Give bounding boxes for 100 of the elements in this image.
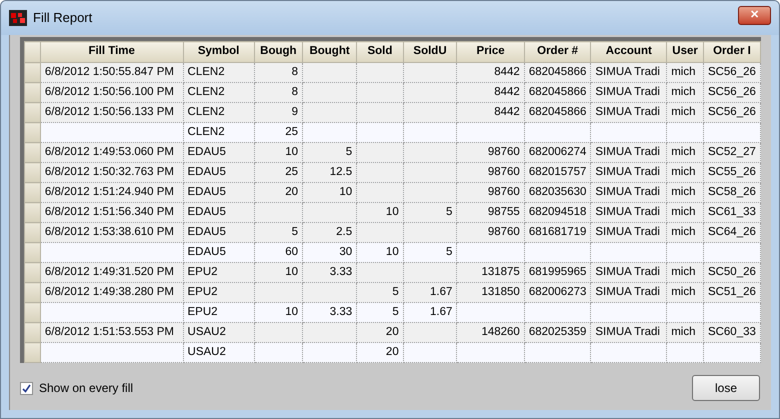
- table-cell: CLEN2: [188, 126, 225, 138]
- table-cell: 682045866: [528, 106, 586, 118]
- table-cell: SIMUA Tradi: [595, 86, 660, 98]
- row-header[interactable]: [24, 282, 40, 302]
- row-header[interactable]: [24, 62, 40, 82]
- table-cell: SIMUA Tradi: [595, 206, 660, 218]
- column-header[interactable]: Order I: [703, 42, 760, 62]
- table-cell: 682094518: [528, 206, 586, 218]
- table-cell: USAU2: [188, 326, 226, 338]
- table-cell: 10: [285, 146, 298, 158]
- row-header-corner: [24, 42, 40, 62]
- row-header[interactable]: [24, 182, 40, 202]
- row-header[interactable]: [24, 242, 40, 262]
- checkbox[interactable]: [20, 382, 33, 394]
- column-header[interactable]: Price: [456, 42, 524, 62]
- table-cell: SIMUA Tradi: [595, 166, 660, 178]
- table-cell: 10: [386, 246, 399, 258]
- close-dialog-button[interactable]: lose: [692, 375, 760, 401]
- table-cell: CLEN2: [188, 66, 225, 78]
- table-cell: mich: [671, 166, 696, 178]
- table-cell: SC50_26: [708, 266, 756, 278]
- table-cell: CLEN2: [188, 106, 225, 118]
- table-cell: SC56_26: [708, 86, 756, 98]
- table-cell: 5: [446, 246, 452, 258]
- row-header[interactable]: [24, 162, 40, 182]
- table-cell: 5: [292, 226, 298, 238]
- row-header[interactable]: [24, 202, 40, 222]
- app-logo-icon: [9, 10, 27, 26]
- table-cell: EDAU5: [188, 226, 226, 238]
- table-cell: 682045866: [528, 86, 586, 98]
- table-cell: 10: [285, 306, 298, 318]
- table-cell: 8: [292, 66, 298, 78]
- table-cell: 682006273: [528, 286, 586, 298]
- table-cell: EDAU5: [188, 186, 226, 198]
- column-header[interactable]: Bought: [302, 42, 357, 62]
- row-header[interactable]: [24, 82, 40, 102]
- table-cell: 6/8/2012 1:50:56.133 PM: [44, 106, 174, 118]
- table-cell: SIMUA Tradi: [595, 286, 660, 298]
- table-cell: mich: [671, 286, 696, 298]
- table-cell: mich: [671, 146, 696, 158]
- column-header[interactable]: Order #: [524, 42, 591, 62]
- table-cell: 682015757: [528, 166, 586, 178]
- table-cell: 148260: [481, 326, 520, 338]
- table-cell: 10: [386, 206, 399, 218]
- column-header[interactable]: Symbol: [183, 42, 254, 62]
- table-cell: EPU2: [188, 306, 218, 318]
- table-cell: mich: [671, 86, 696, 98]
- table-cell: SC60_33: [708, 326, 756, 338]
- row-header[interactable]: [24, 302, 40, 322]
- table-cell: 5: [446, 206, 452, 218]
- table-cell: 25: [285, 166, 298, 178]
- table-cell: 20: [386, 326, 399, 338]
- table-cell: 20: [285, 186, 298, 198]
- window-title: Fill Report: [33, 9, 92, 28]
- table-cell: 682025359: [528, 326, 586, 338]
- table-cell: 25: [285, 126, 298, 138]
- table-cell: 6/8/2012 1:49:38.280 PM: [44, 286, 174, 298]
- table-cell: EDAU5: [188, 166, 226, 178]
- table-cell: SC56_26: [708, 106, 756, 118]
- row-header[interactable]: [24, 102, 40, 122]
- table-cell: CLEN2: [188, 86, 225, 98]
- table-cell: 60: [285, 246, 298, 258]
- table-cell: SC51_26: [708, 286, 756, 298]
- row-header[interactable]: [24, 142, 40, 162]
- table-cell: mich: [671, 66, 696, 78]
- table-cell: 682006274: [528, 146, 586, 158]
- table-cell: 10: [339, 186, 352, 198]
- table-cell: 98760: [488, 166, 520, 178]
- table-cell: SIMUA Tradi: [595, 266, 660, 278]
- row-header[interactable]: [24, 262, 40, 282]
- table-cell: SC52_27: [708, 146, 756, 158]
- table-cell: 681995965: [528, 266, 586, 278]
- table-cell: 6/8/2012 1:50:56.100 PM: [44, 86, 174, 98]
- row-header[interactable]: [24, 222, 40, 242]
- column-header[interactable]: Sold: [356, 42, 404, 62]
- table-cell: SC56_26: [708, 66, 756, 78]
- table-cell: SIMUA Tradi: [595, 226, 660, 238]
- table-cell: 3.33: [330, 306, 352, 318]
- column-header[interactable]: SoldU: [403, 42, 457, 62]
- table-cell: 98755: [488, 206, 520, 218]
- column-header[interactable]: Account: [590, 42, 667, 62]
- table-cell: EPU2: [188, 266, 218, 278]
- table-cell: 131850: [481, 286, 520, 298]
- table-cell: 8: [292, 86, 298, 98]
- table-cell: 5: [392, 286, 399, 298]
- column-header[interactable]: Fill Time: [40, 42, 184, 62]
- column-header[interactable]: User: [666, 42, 704, 62]
- table-cell: 6/8/2012 1:51:53.553 PM: [44, 326, 174, 338]
- table-cell: EDAU5: [188, 246, 226, 258]
- table-cell: 681681719: [528, 226, 586, 238]
- table-cell: 5: [346, 146, 352, 158]
- column-header[interactable]: Bough: [254, 42, 302, 62]
- row-header[interactable]: [24, 342, 40, 362]
- row-header[interactable]: [24, 122, 40, 142]
- table-cell: 131875: [481, 266, 520, 278]
- table-cell: 8442: [494, 106, 520, 118]
- table-cell: SIMUA Tradi: [595, 106, 660, 118]
- table-cell: 6/8/2012 1:50:55.847 PM: [44, 66, 174, 78]
- row-header[interactable]: [24, 322, 40, 342]
- table-cell: mich: [671, 326, 696, 338]
